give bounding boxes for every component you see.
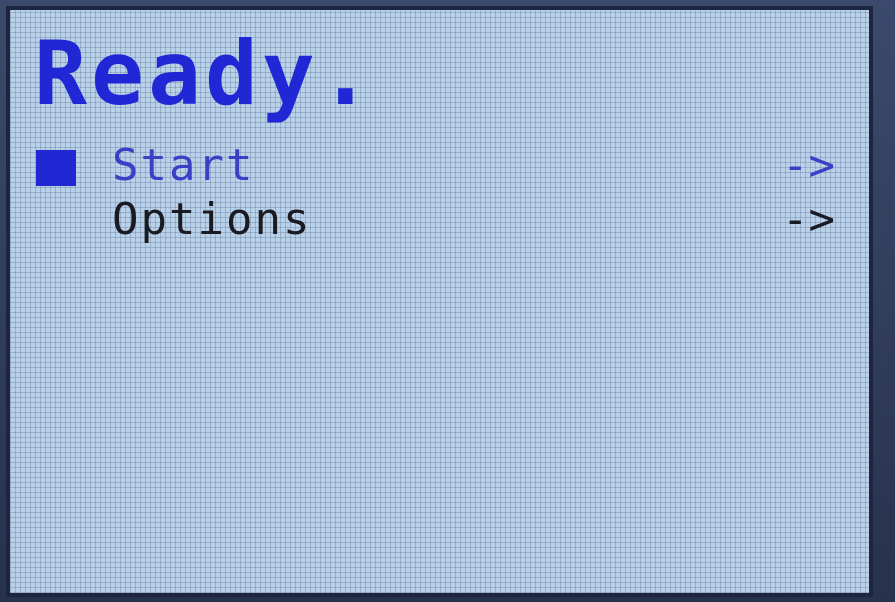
arrow-right-icon: -> (782, 194, 835, 245)
menu-item-options-label: Options (112, 194, 312, 245)
arrow-right-icon: -> (782, 140, 835, 191)
status-title: Ready. (34, 22, 376, 125)
menu-item-start-label: Start (112, 140, 255, 191)
menu-item-options[interactable]: Options -> (10, 196, 855, 244)
menu-item-start[interactable]: Start -> (10, 142, 855, 190)
selection-cursor-icon (36, 150, 76, 186)
device-bezel: Ready. Start -> Options -> (0, 0, 895, 602)
lcd-screen: Ready. Start -> Options -> (6, 6, 873, 597)
